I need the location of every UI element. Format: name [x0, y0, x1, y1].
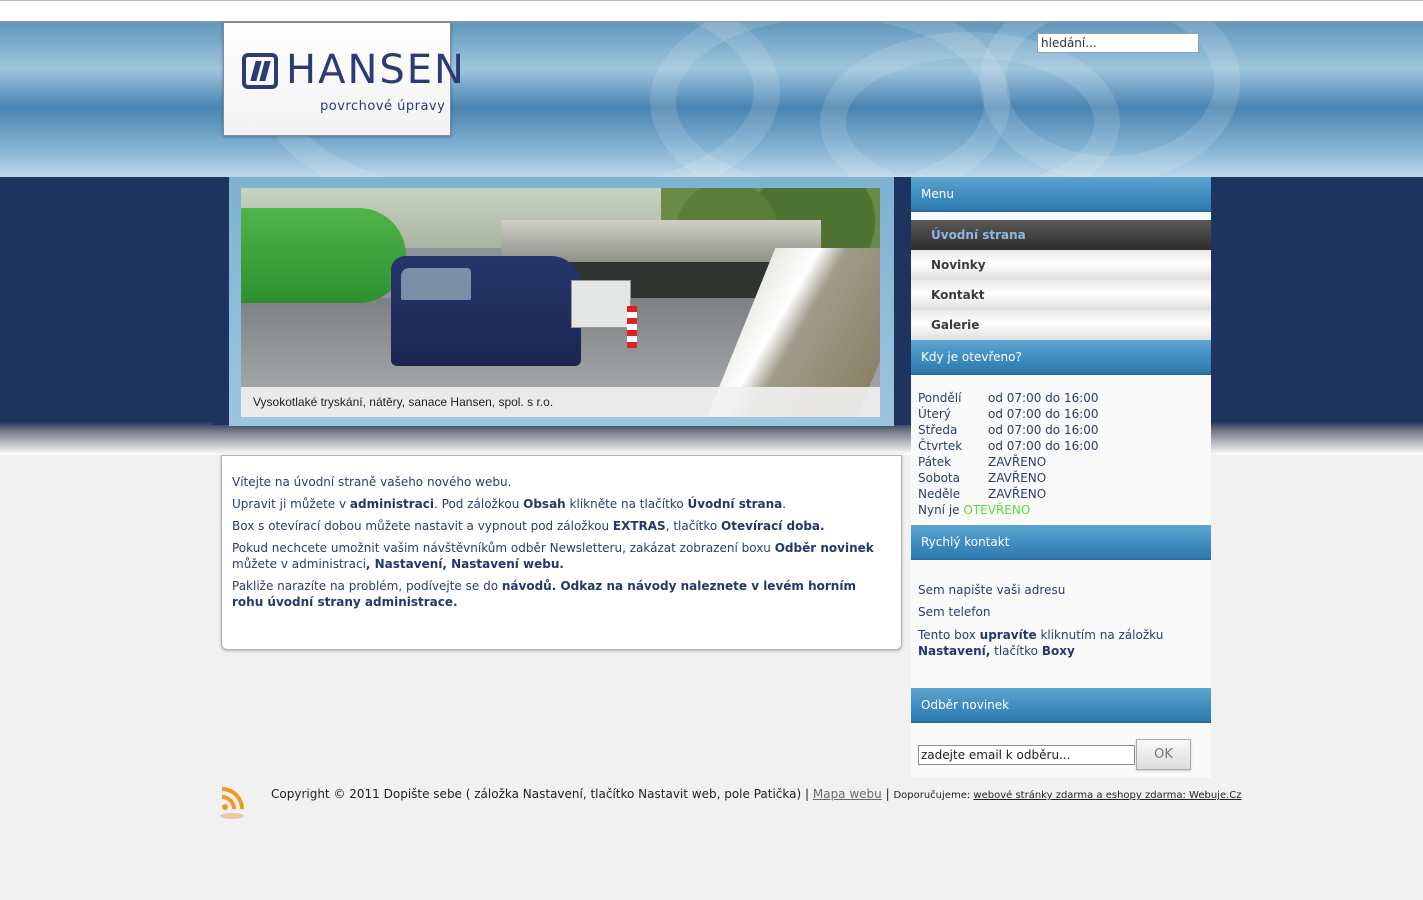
hansen-logo-icon	[242, 53, 278, 89]
open-status: Nyní je OTEVŘENO	[918, 503, 1031, 517]
hero-caption: Vysokotlaké tryskání, nátěry, sanace Han…	[241, 387, 880, 417]
site-header	[0, 22, 1423, 177]
open-status-badge: OTEVŘENO	[963, 503, 1031, 517]
menu-item-novinky[interactable]: Novinky	[911, 250, 1211, 280]
footer: Copyright © 2011 Dopište sebe ( záložka …	[271, 787, 1242, 801]
help-instructions: Pakliže narazíte na problém, podívejte s…	[232, 579, 856, 609]
recommend-text: Doporučujeme: webové stránky zdarma a es…	[893, 790, 1242, 801]
administration-link[interactable]: administraci	[350, 497, 434, 511]
contact-address: Sem napište vaši adresu	[918, 583, 1066, 597]
menu-item-kontakt[interactable]: Kontakt	[911, 280, 1211, 310]
main-content: Vítejte na úvodní straně vašeho nového w…	[221, 455, 902, 650]
sitemap-link[interactable]: Mapa webu	[813, 787, 882, 801]
hours-row: Úterý od 07:00 do 16:00	[918, 407, 1099, 421]
hours-row: Středa od 07:00 do 16:00	[918, 423, 1099, 437]
sidebar: Menu Úvodní strana Novinky Kontakt Galer…	[911, 177, 1211, 778]
newsletter-email-input[interactable]	[918, 745, 1135, 765]
quick-contact-heading: Rychlý kontakt	[911, 525, 1211, 560]
browser-top-strip	[0, 0, 1423, 22]
hours-row: Čtvrtek od 07:00 do 16:00	[918, 439, 1099, 453]
hours-instructions: Box s otevírací dobou můžete nastavit a …	[232, 519, 825, 533]
hours-row: Pátek ZAVŘENO	[918, 455, 1047, 469]
hours-row: Neděle ZAVŘENO	[918, 487, 1047, 501]
webuje-link[interactable]: webové stránky zdarma a eshopy zdarma: W…	[973, 790, 1241, 801]
site-logo[interactable]: HANSEN povrchové úpravy	[223, 22, 464, 136]
edit-instructions: Upravit ji můžete v administraci. Pod zá…	[232, 497, 787, 511]
logo-subtitle: povrchové úpravy	[320, 99, 446, 114]
menu-heading: Menu	[911, 177, 1211, 212]
hours-heading: Kdy je otevřeno?	[911, 340, 1211, 375]
welcome-text: Vítejte na úvodní straně vašeho nového w…	[232, 475, 512, 489]
menu-item-uvodni-strana[interactable]: Úvodní strana	[911, 220, 1211, 250]
copyright-text: Copyright © 2011 Dopište sebe ( záložka …	[271, 787, 813, 801]
hours-row: Sobota ZAVŘENO	[918, 471, 1047, 485]
menu-item-galerie[interactable]: Galerie	[911, 310, 1211, 340]
newsletter-heading: Odběr novinek	[911, 688, 1211, 723]
hero-photo	[241, 188, 880, 417]
contact-phone: Sem telefon	[918, 605, 991, 619]
hours-row: Pondělí od 07:00 do 16:00	[918, 391, 1099, 405]
newsletter-instructions: Pokud nechcete umožnit vašim návštěvníků…	[232, 541, 874, 571]
newsletter-ok-button[interactable]: OK	[1136, 739, 1191, 770]
search-input[interactable]	[1037, 33, 1199, 53]
logo-text: HANSEN	[286, 47, 466, 93]
contact-note: Tento box upravíte kliknutím na záložku …	[918, 628, 1164, 658]
rss-icon[interactable]	[219, 786, 245, 819]
